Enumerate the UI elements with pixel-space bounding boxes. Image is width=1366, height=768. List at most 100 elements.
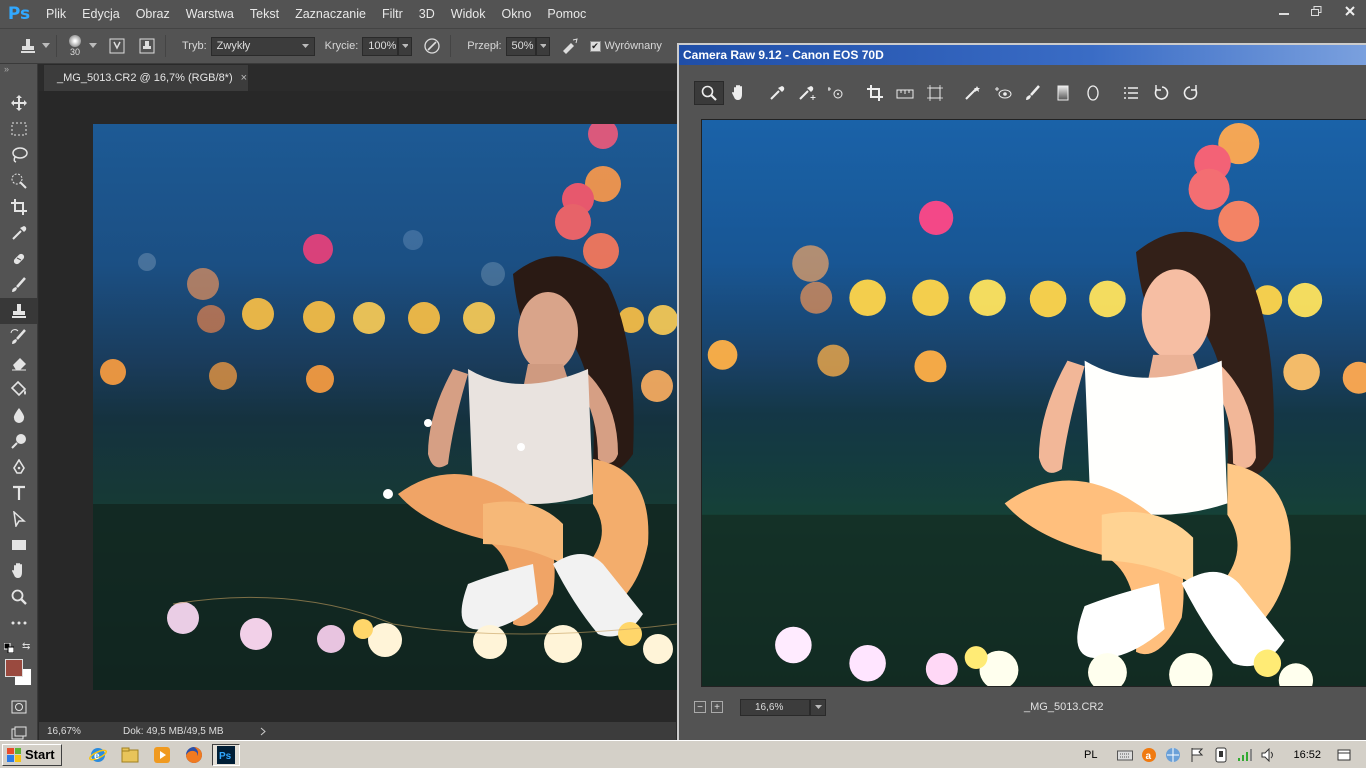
acr-crop-tool[interactable] [860,81,890,105]
quick-selection-tool[interactable] [0,168,38,194]
more-tools[interactable] [0,610,38,636]
foreground-color-swatch[interactable] [5,659,23,677]
crop-tool[interactable] [0,194,38,220]
marquee-tool[interactable] [0,116,38,142]
menu-3d[interactable]: 3D [411,0,443,28]
toggle-brush-panel-button[interactable] [105,34,129,58]
start-button[interactable]: Start [2,743,62,766]
chevron-right-icon[interactable] [260,727,266,736]
acr-white-balance-tool[interactable] [762,81,792,105]
opacity-dropdown[interactable] [398,36,413,56]
avast-tray-icon[interactable]: a [1140,746,1158,764]
aligned-checkbox[interactable]: ✔ [589,40,601,52]
zoom-out-button[interactable]: − [694,701,706,713]
acr-preferences-button[interactable] [1116,81,1146,105]
acr-hand-tool[interactable] [724,81,754,105]
taskbar: Start e Ps PL a 16:52 [0,740,1366,768]
acr-adjustment-brush-tool[interactable] [1018,81,1048,105]
clone-stamp-tool[interactable] [0,298,38,324]
lasso-tool[interactable] [0,142,38,168]
zoom-in-button[interactable]: + [711,701,723,713]
acr-zoom-tool[interactable] [694,81,724,105]
quick-mask-button[interactable] [0,694,38,720]
history-brush-tool[interactable] [0,324,38,350]
taskbar-ie[interactable]: e [84,744,112,766]
restore-button[interactable] [1300,0,1333,22]
flow-dropdown[interactable] [535,36,550,56]
rectangle-tool[interactable] [0,532,38,558]
taskbar-explorer[interactable] [116,744,144,766]
mode-select[interactable]: Zwykły [210,36,315,56]
clone-stamp-preset-picker[interactable] [16,34,40,58]
acr-radial-filter-tool[interactable] [1078,81,1108,105]
acr-color-sampler-tool[interactable] [792,81,822,105]
acr-targeted-adjustment-tool[interactable] [822,81,852,105]
brush-size-picker[interactable]: 30 [63,35,87,57]
airbrush-button[interactable] [558,34,582,58]
menu-filtr[interactable]: Filtr [374,0,411,28]
document-image[interactable] [93,124,677,690]
menu-tekst[interactable]: Tekst [242,0,287,28]
camera-raw-preview[interactable] [701,119,1366,687]
zoom-level[interactable]: 16,67% [39,726,115,737]
pressure-opacity-button[interactable] [420,34,444,58]
blur-tool[interactable] [0,402,38,428]
menu-pomoc[interactable]: Pomoc [539,0,594,28]
healing-brush-tool[interactable] [0,246,38,272]
network-tray-icon[interactable] [1164,746,1182,764]
hand-tool[interactable] [0,558,38,584]
chevron-down-icon[interactable] [42,43,50,49]
close-tab-icon[interactable]: × [241,72,247,84]
paint-bucket-tool[interactable] [0,376,38,402]
type-tool[interactable] [0,480,38,506]
brush-size-value: 30 [69,47,80,57]
signal-tray-icon[interactable] [1236,746,1254,764]
flow-input[interactable]: 50% [505,36,536,56]
default-colors-icon[interactable] [3,642,15,656]
show-desktop-icon[interactable] [1335,746,1353,764]
minimize-button[interactable] [1267,0,1300,22]
acr-spot-removal-tool[interactable] [958,81,988,105]
acr-graduated-filter-tool[interactable] [1048,81,1078,105]
eyedropper-tool[interactable] [0,220,38,246]
menu-edycja[interactable]: Edycja [74,0,128,28]
menu-warstwa[interactable]: Warstwa [178,0,242,28]
taskbar-firefox[interactable] [180,744,208,766]
acr-rotate-ccw-button[interactable] [1146,81,1176,105]
taskbar-media-player[interactable] [148,744,176,766]
document-tab[interactable]: _MG_5013.CR2 @ 16,7% (RGB/8*) × [43,64,249,91]
close-button[interactable] [1333,0,1366,22]
clock[interactable]: 16:52 [1293,749,1321,761]
menu-obraz[interactable]: Obraz [128,0,178,28]
brush-tool[interactable] [0,272,38,298]
move-tool[interactable] [0,90,38,116]
acr-red-eye-tool[interactable] [988,81,1018,105]
pen-tool[interactable] [0,454,38,480]
zoom-dropdown[interactable] [810,698,826,716]
volume-tray-icon[interactable] [1260,746,1278,764]
taskbar-photoshop[interactable]: Ps [211,743,240,766]
acr-transform-tool[interactable] [920,81,950,105]
menu-plik[interactable]: Plik [38,0,74,28]
menu-okno[interactable]: Okno [494,0,540,28]
action-center-flag-icon[interactable] [1188,746,1206,764]
swap-colors-icon[interactable]: ⇆ [22,641,30,652]
device-tray-icon[interactable] [1212,746,1230,764]
zoom-level-select[interactable]: 16,6% [740,698,810,716]
red-eye-icon [995,87,1012,99]
keyboard-tray-icon[interactable] [1116,746,1134,764]
eraser-tool[interactable] [0,350,38,376]
acr-straighten-tool[interactable] [890,81,920,105]
chevron-down-icon[interactable] [89,43,97,49]
collapse-toolbar-icon[interactable]: » [0,64,37,78]
flow-value: 50% [511,40,534,52]
dodge-tool[interactable] [0,428,38,454]
opacity-input[interactable]: 100% [362,36,399,56]
acr-rotate-cw-button[interactable] [1176,81,1206,105]
toggle-clone-source-panel-button[interactable] [135,34,159,58]
path-selection-tool[interactable] [0,506,38,532]
zoom-tool[interactable] [0,584,38,610]
language-indicator[interactable]: PL [1084,749,1097,761]
menu-widok[interactable]: Widok [443,0,494,28]
menu-zaznaczanie[interactable]: Zaznaczanie [287,0,374,28]
